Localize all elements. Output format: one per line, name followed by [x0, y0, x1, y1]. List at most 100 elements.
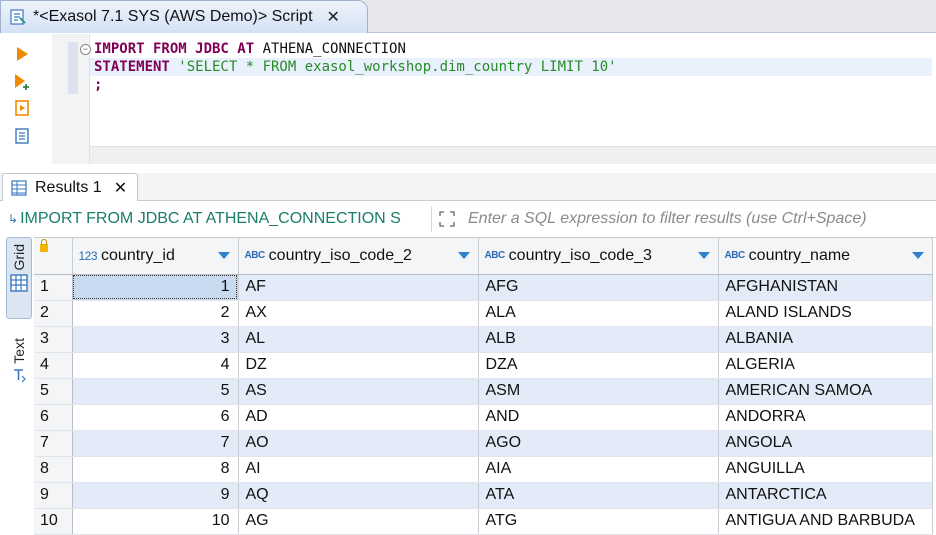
sql-code[interactable]: IMPORT FROM JDBC AT ATHENA_CONNECTION ST… — [90, 40, 932, 94]
text-type-icon: ABC — [724, 250, 746, 262]
cell-country-name[interactable]: ANDORRA — [718, 404, 933, 431]
cell-country-name[interactable]: ALGERIA — [718, 352, 933, 379]
editor-tab-script[interactable]: *<Exasol 7.1 SYS (AWS Demo)> Script ✕ — [0, 0, 368, 33]
cell-country-name[interactable]: AFGHANISTAN — [718, 274, 933, 301]
numeric-type-icon: 123 — [78, 248, 98, 263]
column-name: country_id — [101, 246, 175, 264]
cell-country-iso-code-2[interactable]: DZ — [238, 352, 479, 379]
cell-country-iso-code-2[interactable]: AL — [238, 326, 479, 353]
table-row[interactable]: 5 5 AS ASM AMERICAN SAMOA — [34, 378, 933, 405]
sql-editor[interactable]: − IMPORT FROM JDBC AT ATHENA_CONNECTION … — [0, 34, 936, 164]
cell-country-id[interactable]: 3 — [72, 326, 239, 353]
execute-statement-new-tab-button[interactable] — [12, 72, 32, 92]
explain-plan-button[interactable] — [12, 126, 32, 146]
execute-statement-button[interactable] — [12, 44, 32, 64]
close-icon[interactable]: ✕ — [114, 178, 127, 198]
row-number[interactable]: 10 — [34, 508, 73, 535]
cell-country-iso-code-2[interactable]: AQ — [238, 482, 479, 509]
cell-country-iso-code-3[interactable]: ATA — [478, 482, 719, 509]
cell-country-id[interactable]: 7 — [72, 430, 239, 457]
sort-arrow-icon[interactable] — [697, 252, 710, 259]
column-header-country-name[interactable]: ABC country_name — [718, 238, 933, 275]
cell-country-id[interactable]: 6 — [72, 404, 239, 431]
fold-minus-icon[interactable]: − — [80, 44, 91, 55]
editor-toolbar — [0, 34, 52, 164]
cell-country-id[interactable]: 5 — [72, 378, 239, 405]
row-number[interactable]: 7 — [34, 430, 73, 457]
cell-country-id[interactable]: 8 — [72, 456, 239, 483]
cell-country-iso-code-3[interactable]: AFG — [478, 274, 719, 301]
column-header-country-id[interactable]: 123 country_id — [72, 238, 239, 275]
sql-query-icon: ↳ — [8, 212, 19, 226]
table-row[interactable]: 3 3 AL ALB ALBANIA — [34, 326, 933, 353]
cell-country-name[interactable]: ANGUILLA — [718, 456, 933, 483]
cell-country-iso-code-2[interactable]: AI — [238, 456, 479, 483]
view-text-tab[interactable]: Text — [6, 332, 32, 402]
view-text-label: Text — [11, 338, 27, 364]
row-number[interactable]: 9 — [34, 482, 73, 509]
table-row[interactable]: 9 9 AQ ATA ANTARCTICA — [34, 482, 933, 509]
table-row[interactable]: 6 6 AD AND ANDORRA — [34, 404, 933, 431]
cell-country-iso-code-3[interactable]: ALB — [478, 326, 719, 353]
cell-country-iso-code-2[interactable]: AD — [238, 404, 479, 431]
cell-country-iso-code-2[interactable]: AG — [238, 508, 479, 535]
row-number[interactable]: 4 — [34, 352, 73, 379]
row-number[interactable]: 6 — [34, 404, 73, 431]
row-number[interactable]: 2 — [34, 300, 73, 327]
cell-country-iso-code-3[interactable]: AGO — [478, 430, 719, 457]
results-grid[interactable]: 123 country_id ABC country_iso_code_2 ABC c… — [34, 237, 936, 535]
expand-icon[interactable] — [432, 206, 462, 232]
sort-arrow-icon[interactable] — [457, 252, 470, 259]
lock-icon — [40, 239, 48, 252]
cell-country-name[interactable]: AMERICAN SAMOA — [718, 378, 933, 405]
cell-country-id[interactable]: 1 — [72, 274, 239, 301]
code-line-2: STATEMENT 'SELECT * FROM exasol_workshop… — [90, 58, 932, 76]
row-number[interactable]: 8 — [34, 456, 73, 483]
close-icon[interactable]: ✕ — [327, 7, 340, 27]
column-header-country-iso-code-2[interactable]: ABC country_iso_code_2 — [238, 238, 479, 275]
cell-country-id[interactable]: 4 — [72, 352, 239, 379]
cell-country-iso-code-2[interactable]: AF — [238, 274, 479, 301]
cell-country-iso-code-2[interactable]: AO — [238, 430, 479, 457]
sort-arrow-icon[interactable] — [911, 252, 924, 259]
cell-country-iso-code-3[interactable]: ATG — [478, 508, 719, 535]
table-row[interactable]: 4 4 DZ DZA ALGERIA — [34, 352, 933, 379]
cell-country-id[interactable]: 2 — [72, 300, 239, 327]
cell-country-iso-code-3[interactable]: AIA — [478, 456, 719, 483]
cell-country-iso-code-2[interactable]: AX — [238, 300, 479, 327]
view-grid-tab[interactable]: Grid — [6, 237, 32, 319]
keyword: ; — [94, 77, 103, 93]
editor-horizontal-scrollbar[interactable] — [90, 146, 936, 164]
row-number[interactable]: 5 — [34, 378, 73, 405]
cell-country-iso-code-3[interactable]: ALA — [478, 300, 719, 327]
cell-country-name[interactable]: ALAND ISLANDS — [718, 300, 933, 327]
editor-tab-strip: *<Exasol 7.1 SYS (AWS Demo)> Script ✕ — [0, 0, 936, 33]
cell-country-name[interactable]: ANTIGUA AND BARBUDA — [718, 508, 933, 535]
cell-country-iso-code-3[interactable]: ASM — [478, 378, 719, 405]
cell-country-name[interactable]: ALBANIA — [718, 326, 933, 353]
cell-country-iso-code-3[interactable]: AND — [478, 404, 719, 431]
cell-country-id[interactable]: 9 — [72, 482, 239, 509]
row-number[interactable]: 3 — [34, 326, 73, 353]
table-row[interactable]: 1 1 AF AFG AFGHANISTAN — [34, 274, 933, 301]
execute-script-button[interactable] — [12, 98, 32, 118]
grid-corner[interactable] — [34, 238, 73, 275]
cell-country-id[interactable]: 10 — [72, 508, 239, 535]
filter-expression-input[interactable] — [462, 206, 936, 232]
cell-country-iso-code-3[interactable]: DZA — [478, 352, 719, 379]
table-row[interactable]: 7 7 AO AGO ANGOLA — [34, 430, 933, 457]
results-tab-bar: Results 1 ✕ — [0, 173, 936, 201]
table-row[interactable]: 2 2 AX ALA ALAND ISLANDS — [34, 300, 933, 327]
source-query-text: IMPORT FROM JDBC AT ATHENA_CONNECTION S — [20, 210, 401, 227]
table-row[interactable]: 8 8 AI AIA ANGUILLA — [34, 456, 933, 483]
cell-country-name[interactable]: ANTARCTICA — [718, 482, 933, 509]
tab-results-1[interactable]: Results 1 ✕ — [2, 173, 138, 201]
row-number[interactable]: 1 — [34, 274, 73, 301]
table-row[interactable]: 10 10 AG ATG ANTIGUA AND BARBUDA — [34, 508, 933, 535]
cell-country-name[interactable]: ANGOLA — [718, 430, 933, 457]
column-header-country-iso-code-3[interactable]: ABC country_iso_code_3 — [478, 238, 719, 275]
sort-arrow-icon[interactable] — [217, 252, 230, 259]
cell-country-iso-code-2[interactable]: AS — [238, 378, 479, 405]
source-query-label[interactable]: ↳ IMPORT FROM JDBC AT ATHENA_CONNECTION … — [0, 206, 432, 232]
keyword: IMPORT FROM JDBC AT — [94, 41, 255, 57]
